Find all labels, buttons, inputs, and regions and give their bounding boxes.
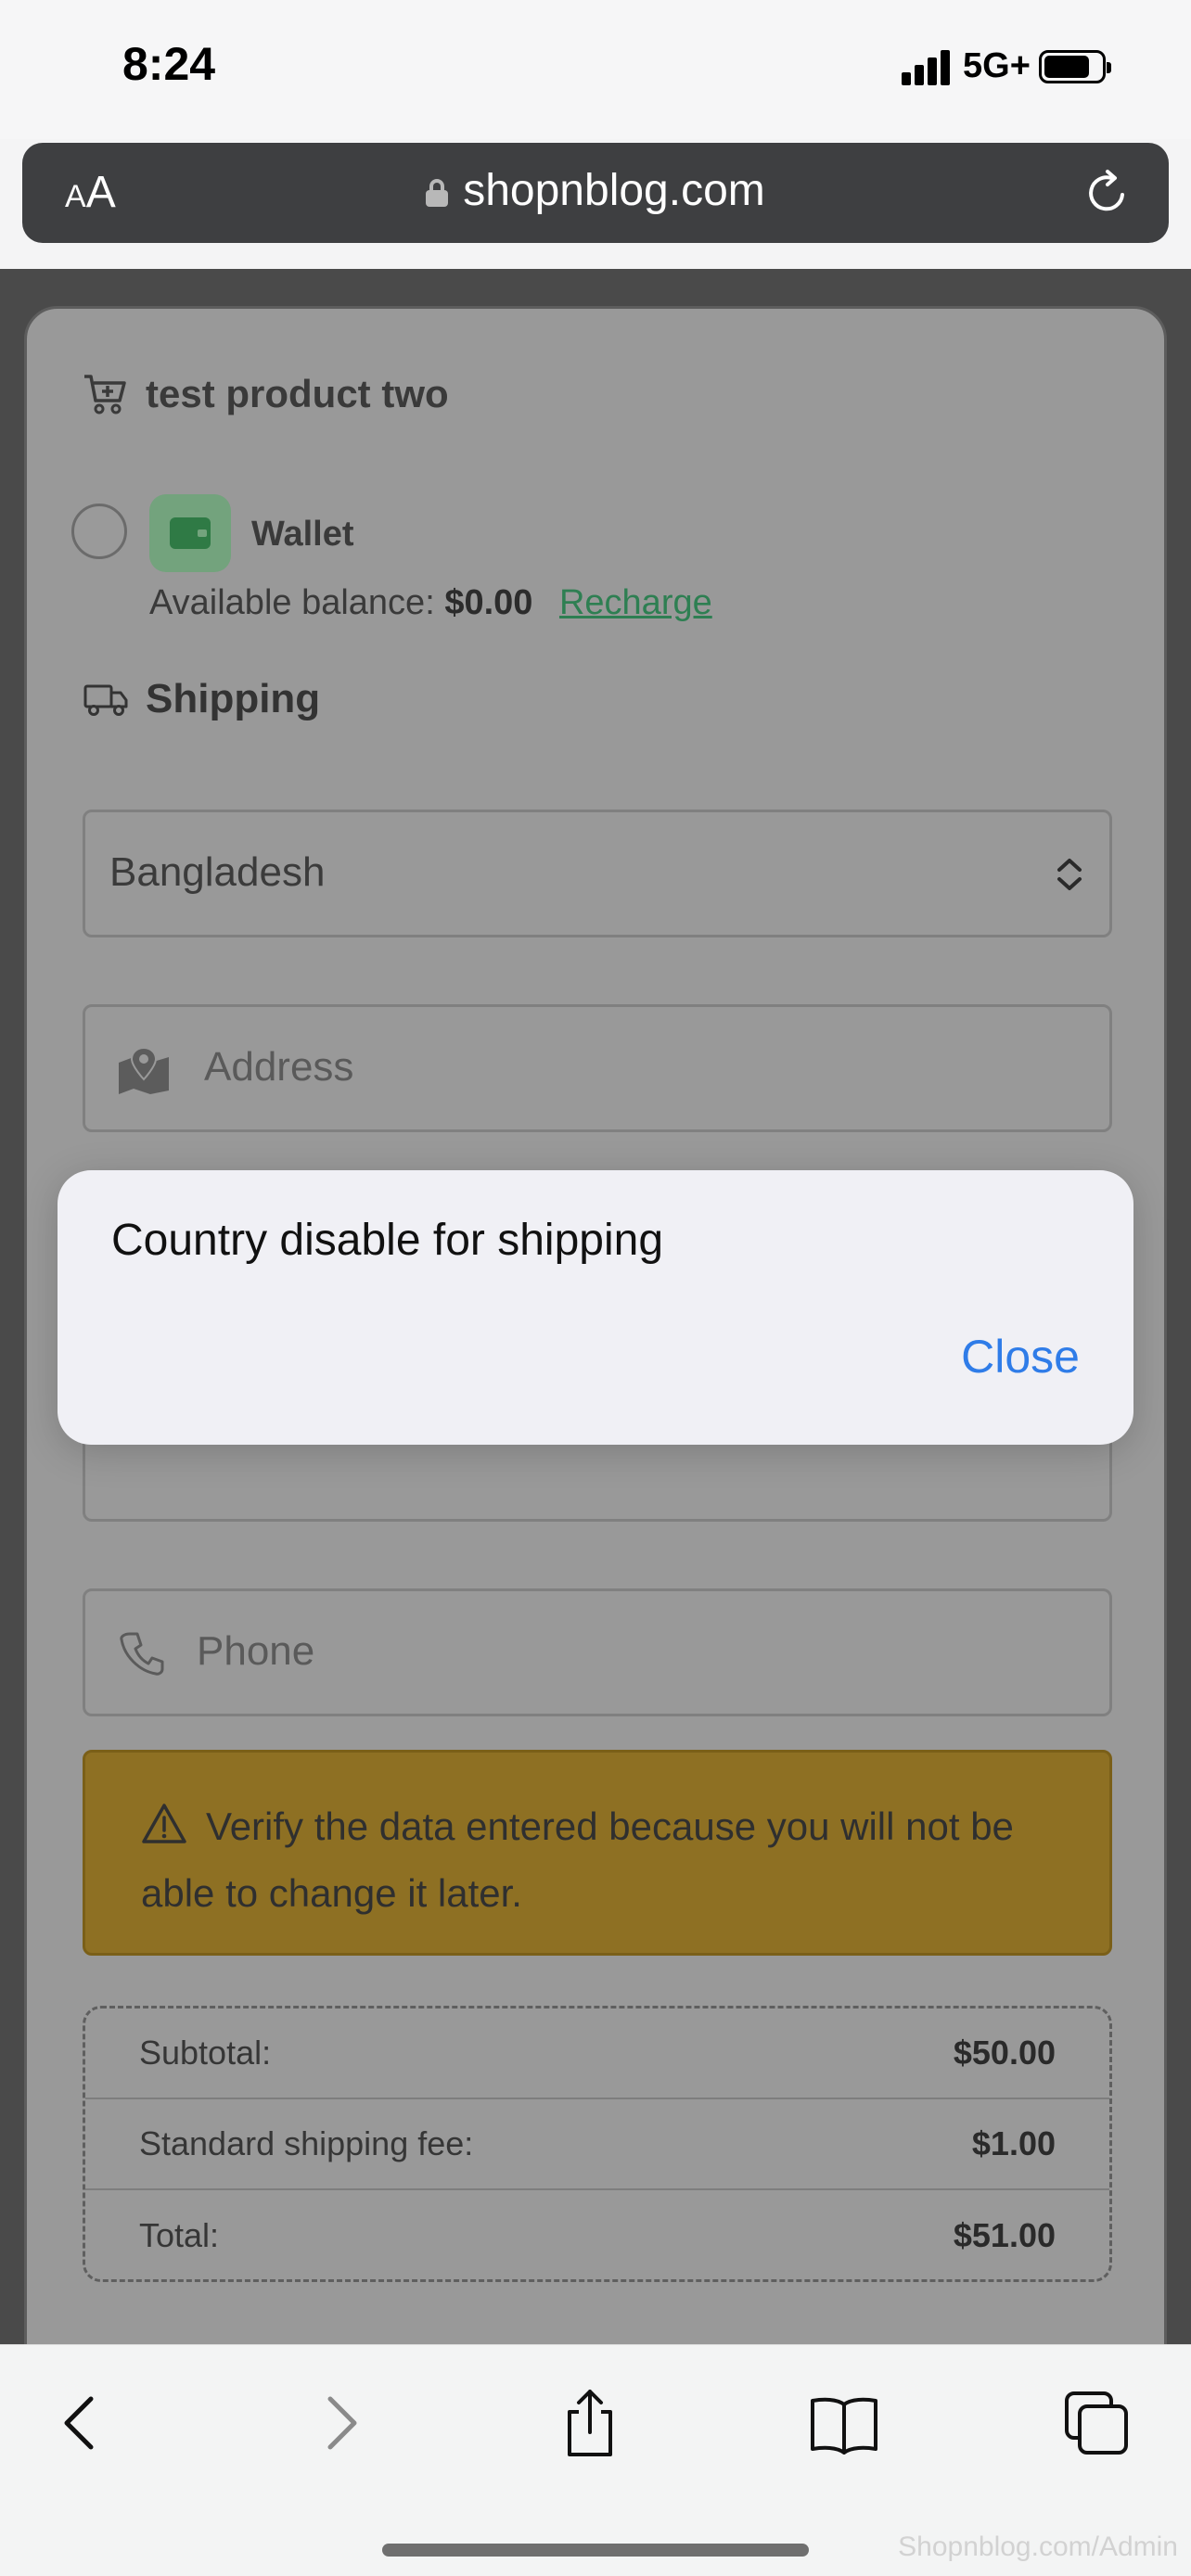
warning-icon xyxy=(142,1804,186,1843)
summary-row-subtotal: Subtotal: $50.00 xyxy=(85,2009,1109,2099)
back-icon[interactable] xyxy=(45,2386,119,2460)
product-header: test product two xyxy=(83,372,449,416)
alert-dialog: Country disable for shipping Close xyxy=(58,1170,1133,1445)
address-bar[interactable]: AA shopnblog.com xyxy=(22,143,1169,243)
network-type: 5G+ xyxy=(963,46,1031,85)
share-icon[interactable] xyxy=(553,2386,627,2460)
close-button[interactable]: Close xyxy=(961,1330,1080,1384)
subtotal-label: Subtotal: xyxy=(139,2034,272,2072)
phone-placeholder: Phone xyxy=(197,1628,315,1674)
subtotal-value: $50.00 xyxy=(953,2034,1056,2072)
product-title: test product two xyxy=(146,372,449,415)
summary-row-total: Total: $51.00 xyxy=(85,2190,1109,2281)
url-text: shopnblog.com xyxy=(463,166,765,215)
home-indicator xyxy=(382,2544,809,2557)
address-field[interactable]: Address xyxy=(83,1004,1112,1132)
phone-field[interactable]: Phone xyxy=(83,1588,1112,1716)
country-select[interactable]: Bangladesh xyxy=(83,810,1112,937)
shipping-title: Shipping xyxy=(146,676,321,721)
forward-icon[interactable] xyxy=(302,2386,377,2460)
total-value: $51.00 xyxy=(953,2216,1056,2254)
wallet-label: Wallet xyxy=(251,515,354,554)
chevron-updown-icon xyxy=(1057,859,1082,890)
warning-text: Verify the data entered because you will… xyxy=(141,1804,1014,1915)
warning-banner: Verify the data entered because you will… xyxy=(83,1750,1112,1956)
signal-icon xyxy=(902,48,954,85)
shipping-fee-value: $1.00 xyxy=(971,2124,1056,2162)
battery-icon xyxy=(1039,50,1111,83)
tabs-icon[interactable] xyxy=(1059,2386,1133,2460)
phone-icon xyxy=(120,1632,164,1676)
wallet-icon xyxy=(149,494,231,572)
wallet-radio[interactable] xyxy=(71,504,127,559)
balance-label: Available balance: xyxy=(149,583,435,622)
total-label: Total: xyxy=(139,2216,220,2254)
shipping-header: Shipping xyxy=(83,676,320,722)
order-summary: Subtotal: $50.00 Standard shipping fee: … xyxy=(83,2006,1112,2282)
shipping-fee-label: Standard shipping fee: xyxy=(139,2124,474,2162)
status-time: 8:24 xyxy=(122,38,216,90)
summary-row-shipping: Standard shipping fee: $1.00 xyxy=(85,2099,1109,2190)
map-pin-icon xyxy=(119,1046,169,1094)
cart-icon xyxy=(84,375,126,414)
reload-icon[interactable] xyxy=(1083,169,1132,217)
balance-line: Available balance: $0.00 Recharge xyxy=(149,583,712,623)
country-value: Bangladesh xyxy=(109,849,326,895)
status-bar: 8:24 5G+ xyxy=(0,0,1191,139)
recharge-link[interactable]: Recharge xyxy=(559,583,712,622)
alert-message: Country disable for shipping xyxy=(111,1216,664,1265)
truck-icon xyxy=(83,684,128,716)
url-display[interactable]: shopnblog.com xyxy=(22,165,1169,216)
watermark: Shopnblog.com/Admin xyxy=(898,2531,1178,2562)
bookmarks-icon[interactable] xyxy=(807,2386,881,2460)
address-placeholder: Address xyxy=(204,1044,354,1090)
balance-value: $0.00 xyxy=(444,583,533,622)
lock-icon xyxy=(426,179,449,207)
